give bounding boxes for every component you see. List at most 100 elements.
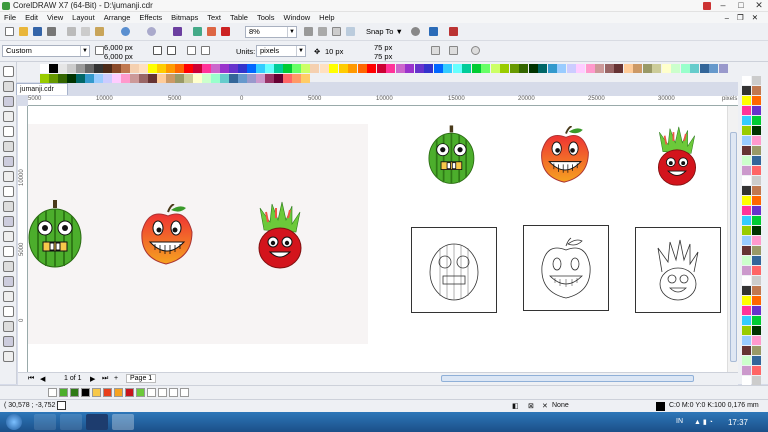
color-swatch[interactable]	[103, 74, 112, 83]
color-swatch[interactable]	[211, 74, 220, 83]
menu-effects[interactable]: Effects	[139, 12, 162, 23]
document-color-swatch[interactable]	[70, 388, 79, 397]
color-swatch[interactable]	[405, 64, 414, 73]
color-swatch[interactable]	[752, 206, 761, 215]
ellipse-tool-icon[interactable]	[3, 171, 14, 182]
outline-tool-icon[interactable]	[3, 321, 14, 332]
artistic-media-tool-icon[interactable]	[3, 141, 14, 152]
welcome-screen-icon[interactable]	[448, 26, 460, 38]
color-swatch[interactable]	[718, 64, 728, 73]
color-swatch[interactable]	[202, 74, 211, 83]
color-swatch[interactable]	[357, 64, 367, 73]
color-swatch[interactable]	[238, 64, 247, 73]
document-color-swatch[interactable]	[48, 388, 57, 397]
color-swatch[interactable]	[557, 64, 566, 73]
drawing-canvas[interactable]	[28, 106, 738, 372]
color-swatch[interactable]	[338, 64, 348, 73]
color-swatch[interactable]	[329, 64, 338, 73]
color-swatch[interactable]	[633, 64, 642, 73]
color-swatch[interactable]	[433, 64, 443, 73]
start-button[interactable]	[6, 414, 22, 430]
color-swatch[interactable]	[247, 64, 256, 73]
search-content-icon[interactable]	[172, 26, 184, 38]
color-swatch[interactable]	[49, 74, 58, 83]
color-swatch[interactable]	[752, 346, 761, 355]
color-swatch[interactable]	[742, 146, 751, 155]
color-swatch[interactable]	[500, 64, 509, 73]
color-swatch[interactable]	[292, 64, 301, 73]
color-swatch[interactable]	[319, 64, 329, 73]
redo-icon[interactable]	[146, 26, 158, 38]
grid-icon[interactable]	[331, 26, 343, 38]
color-swatch[interactable]	[184, 74, 193, 83]
color-swatch[interactable]	[742, 306, 751, 315]
color-swatch[interactable]	[367, 64, 376, 73]
color-swatch[interactable]	[742, 346, 751, 355]
chevron-down-icon[interactable]: ▼	[296, 46, 305, 56]
color-swatch[interactable]	[130, 74, 139, 83]
zoom-level-field[interactable]: 8% ▼	[245, 26, 297, 38]
color-swatch[interactable]	[752, 276, 761, 285]
rulers-icon[interactable]	[317, 26, 329, 38]
color-swatch[interactable]	[742, 366, 751, 375]
document-color-swatch[interactable]	[169, 388, 178, 397]
color-swatch[interactable]	[752, 246, 761, 255]
color-swatch[interactable]	[247, 74, 256, 83]
color-swatch[interactable]	[752, 266, 761, 275]
color-swatch[interactable]	[139, 64, 148, 73]
color-swatch[interactable]	[752, 96, 761, 105]
color-swatch[interactable]	[94, 64, 103, 73]
color-swatch[interactable]	[348, 64, 357, 73]
dragonfruit-character-color[interactable]	[654, 124, 700, 188]
color-swatch[interactable]	[752, 116, 761, 125]
apple-outline-frame[interactable]	[523, 225, 609, 311]
color-swatch[interactable]	[742, 376, 751, 385]
parallel-dimension-tool-icon[interactable]	[3, 216, 14, 227]
color-swatch[interactable]	[752, 296, 761, 305]
freehand-tool-icon[interactable]	[3, 126, 14, 137]
color-swatch[interactable]	[229, 74, 238, 83]
add-tool-tool-icon[interactable]	[3, 351, 14, 362]
color-swatch[interactable]	[256, 64, 265, 73]
color-swatch[interactable]	[229, 64, 238, 73]
color-swatch[interactable]	[166, 64, 175, 73]
current-page-icon[interactable]	[200, 45, 212, 57]
color-swatch[interactable]	[752, 76, 761, 85]
color-swatch[interactable]	[752, 286, 761, 295]
document-color-swatch[interactable]	[180, 388, 189, 397]
treat-as-filled-icon[interactable]	[430, 45, 442, 57]
page-tab[interactable]: Page 1	[126, 374, 157, 383]
document-color-swatch[interactable]	[158, 388, 167, 397]
color-swatch[interactable]	[742, 206, 751, 215]
color-swatch[interactable]	[742, 326, 751, 335]
quick-customize-icon[interactable]	[470, 45, 482, 57]
landscape-icon[interactable]	[166, 45, 178, 57]
page-width-field[interactable]: 6,000 px	[104, 43, 133, 52]
color-swatch[interactable]	[139, 74, 148, 83]
color-swatch[interactable]	[148, 74, 157, 83]
color-swatch[interactable]	[742, 166, 751, 175]
menu-arrange[interactable]: Arrange	[104, 12, 131, 23]
color-swatch[interactable]	[538, 64, 547, 73]
color-swatch[interactable]	[509, 64, 519, 73]
color-swatch[interactable]	[490, 64, 500, 73]
document-color-swatch[interactable]	[81, 388, 90, 397]
color-swatch[interactable]	[752, 146, 761, 155]
fill-tool-icon[interactable]	[3, 336, 14, 347]
color-swatch[interactable]	[376, 64, 386, 73]
new-document-icon[interactable]	[4, 26, 16, 38]
copy-icon[interactable]	[80, 26, 92, 38]
color-swatch[interactable]	[292, 74, 301, 83]
color-swatch[interactable]	[752, 216, 761, 225]
color-swatch[interactable]	[193, 74, 202, 83]
transparency-tool-icon[interactable]	[3, 261, 14, 272]
menu-file[interactable]: File	[4, 12, 16, 23]
color-swatch[interactable]	[752, 226, 761, 235]
color-swatch[interactable]	[211, 64, 220, 73]
options-icon[interactable]	[410, 26, 422, 38]
document-tab[interactable]: jumanji.cdr	[16, 83, 68, 95]
explorer-icon[interactable]	[60, 414, 82, 430]
color-swatch[interactable]	[752, 166, 761, 175]
menu-text[interactable]: Text	[207, 12, 221, 23]
color-swatch[interactable]	[395, 64, 405, 73]
